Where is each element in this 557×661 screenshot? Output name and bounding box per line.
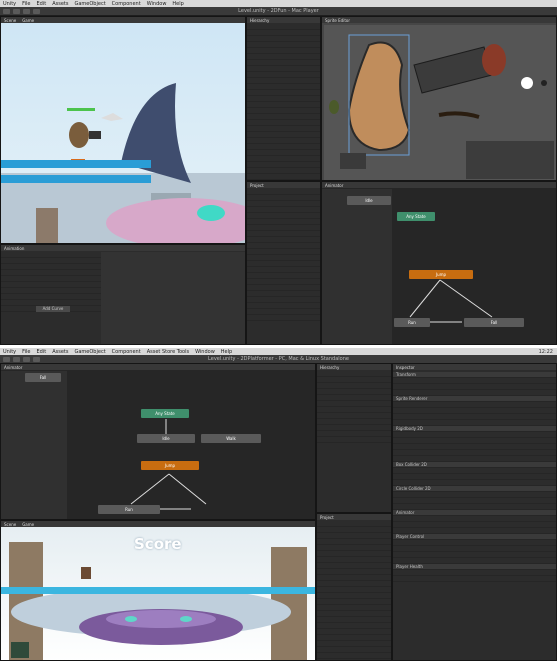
move-tool-button[interactable]	[13, 356, 20, 362]
tab-scene[interactable]: Scene	[4, 522, 16, 527]
top-sprite-editor-panel: Sprite Editor	[321, 16, 557, 181]
menu-item[interactable]: File	[22, 1, 30, 7]
state-node-any[interactable]: Any State	[397, 212, 435, 221]
hand-tool-button[interactable]	[3, 356, 10, 362]
state-node-fall[interactable]: Fall	[25, 373, 61, 382]
window-title: Level.unity - 2DPlatformer - PC, Mac & L…	[208, 356, 349, 362]
bottom-project-panel: Project	[316, 513, 392, 661]
menu-item[interactable]: Unity	[3, 1, 16, 7]
game-scene-art	[1, 83, 245, 243]
state-node-main[interactable]: Jump	[141, 461, 199, 470]
state-node-idle[interactable]: Idle	[137, 434, 195, 443]
menubar-clock: 12:22	[538, 348, 553, 355]
state-node-main[interactable]: Jump	[409, 270, 473, 279]
hand-tool-button[interactable]	[3, 8, 10, 14]
state-node-a[interactable]: Run	[394, 318, 430, 327]
menu-item[interactable]: Assets	[52, 1, 68, 7]
tab-project[interactable]: Project	[320, 515, 334, 520]
menu-item[interactable]: Window	[195, 349, 215, 355]
menu-item[interactable]: File	[22, 349, 30, 355]
tab-sprite-editor[interactable]: Sprite Editor	[325, 18, 350, 23]
hierarchy-list	[317, 371, 391, 443]
menu-item[interactable]: GameObject	[74, 349, 105, 355]
rotate-tool-button[interactable]	[23, 8, 30, 14]
menu-item[interactable]: Help	[221, 349, 232, 355]
girder-platform	[1, 175, 151, 183]
state-node-any[interactable]: Any State	[141, 409, 189, 418]
add-curve-button[interactable]: Add Curve	[36, 306, 70, 312]
inspector-field[interactable]	[393, 576, 556, 582]
rotate-tool-button[interactable]	[23, 356, 30, 362]
top-menubar: Unity File Edit Assets GameObject Compon…	[0, 0, 557, 7]
scale-tool-button[interactable]	[33, 356, 40, 362]
state-node-a[interactable]: Run	[98, 505, 160, 514]
state-node-b[interactable]: Fall	[464, 318, 524, 327]
tab-project[interactable]: Project	[250, 183, 264, 188]
menu-item[interactable]: GameObject	[74, 1, 105, 7]
sprite-sheet-canvas	[324, 25, 556, 180]
bottom-hierarchy-panel: Hierarchy	[316, 363, 392, 513]
tab-animation[interactable]: Animation	[4, 246, 24, 251]
tab-game[interactable]: Game	[22, 522, 34, 527]
list-item[interactable]	[317, 653, 391, 659]
menu-item[interactable]: Component	[112, 349, 141, 355]
bottom-toolbar: Level.unity - 2DPlatformer - PC, Mac & L…	[0, 355, 557, 363]
state-node-walk[interactable]: Walk	[201, 434, 261, 443]
bottom-screenshot: Unity File Edit Assets GameObject Compon…	[0, 348, 557, 661]
list-item[interactable]	[317, 437, 391, 443]
menu-item[interactable]: Unity	[3, 349, 16, 355]
menu-item[interactable]: Component	[112, 1, 141, 7]
menu-item[interactable]: Help	[172, 1, 183, 7]
menu-item[interactable]: Asset Store Tools	[147, 349, 189, 355]
top-screenshot: Unity File Edit Assets GameObject Compon…	[0, 0, 557, 345]
tab-scene[interactable]: Scene	[4, 18, 16, 23]
state-node-entry[interactable]: Idle	[347, 196, 391, 205]
animation-property-list	[1, 252, 101, 312]
tab-inspector[interactable]: Inspector	[396, 365, 415, 370]
list-item[interactable]	[247, 315, 320, 321]
tab-game[interactable]: Game	[22, 18, 34, 23]
hierarchy-list	[247, 24, 320, 180]
project-list	[247, 189, 320, 321]
menu-item[interactable]: Edit	[37, 1, 47, 7]
girder-platform	[1, 160, 151, 168]
tab-hierarchy[interactable]: Hierarchy	[250, 18, 269, 23]
bottom-game-panel: Scene Game Score	[0, 520, 316, 661]
top-animator-panel: Animator Idle Any State Jump Run Fall	[321, 181, 557, 345]
scale-tool-button[interactable]	[33, 8, 40, 14]
menu-item[interactable]: Window	[147, 1, 167, 7]
top-hierarchy-panel: Hierarchy	[246, 16, 321, 181]
score-label: Score	[134, 535, 182, 553]
dopesheet	[101, 252, 245, 344]
project-list	[317, 521, 391, 659]
top-animation-panel: Animation Add Curve	[0, 244, 246, 345]
inspector-components: Transform Sprite Renderer Rigidbody 2D B…	[393, 372, 556, 582]
top-scene-panel: Scene Game	[0, 16, 246, 244]
top-project-panel: Project	[246, 181, 321, 345]
tab-hierarchy[interactable]: Hierarchy	[320, 365, 339, 370]
menu-item[interactable]: Edit	[37, 349, 47, 355]
bottom-menubar: Unity File Edit Assets GameObject Compon…	[0, 348, 557, 355]
list-item[interactable]	[247, 174, 320, 180]
window-title: Level.unity - 2DFun - Mac Player	[238, 8, 319, 14]
bottom-animator-panel: Animator Fall Any State Idle Walk Jump R…	[0, 363, 316, 520]
bottom-inspector-panel: Inspector Transform Sprite Renderer Rigi…	[392, 363, 557, 661]
move-tool-button[interactable]	[13, 8, 20, 14]
top-toolbar: Level.unity - 2DFun - Mac Player	[0, 7, 557, 15]
menu-item[interactable]: Assets	[52, 349, 68, 355]
